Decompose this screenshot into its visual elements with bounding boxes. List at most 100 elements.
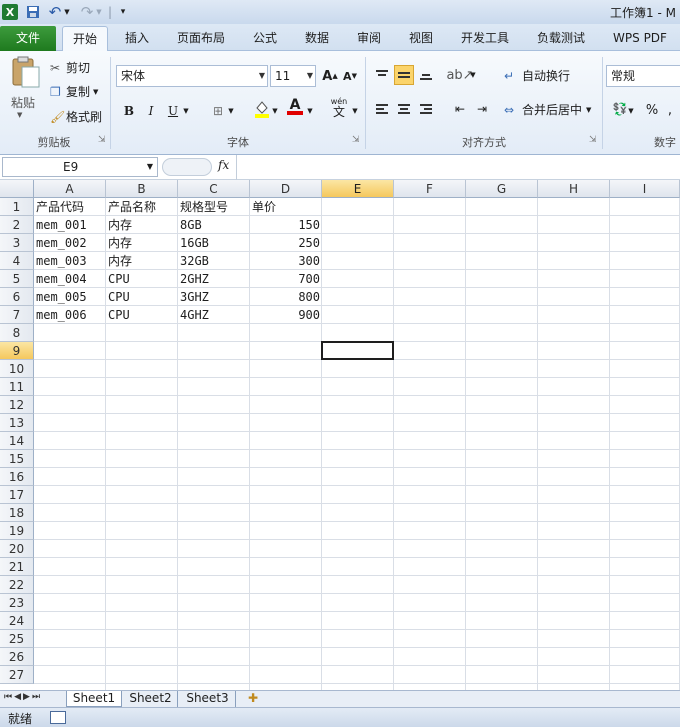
cell-C2[interactable]: 8GB	[178, 216, 250, 234]
format-painter-button[interactable]: 🖌 格式刷	[50, 108, 102, 125]
sheet-tab-sheet2[interactable]: Sheet2	[124, 691, 178, 707]
tab-formulas[interactable]: 公式	[246, 26, 284, 51]
copy-dropdown-icon[interactable]: ▼	[93, 88, 98, 96]
phonetic-dropdown-icon[interactable]: ▼	[350, 101, 360, 121]
tab-data[interactable]: 数据	[298, 26, 336, 51]
decrease-indent-icon[interactable]: ⇤	[450, 99, 470, 119]
formula-input[interactable]	[236, 155, 680, 180]
underline-button[interactable]: U	[163, 101, 183, 121]
sheet-nav-arrows-icon[interactable]: ⏮◀▶⏭	[4, 692, 42, 702]
cell-A7[interactable]: mem_006	[34, 306, 106, 324]
italic-button[interactable]: I	[141, 101, 161, 121]
row-header-6[interactable]: 6	[0, 288, 34, 306]
paste-dropdown-icon[interactable]: ▼	[17, 111, 22, 119]
align-middle-icon[interactable]	[394, 65, 414, 85]
column-header-e[interactable]: E	[322, 180, 394, 198]
row-header-4[interactable]: 4	[0, 252, 34, 270]
row-header-13[interactable]: 13	[0, 414, 34, 432]
row-header-11[interactable]: 11	[0, 378, 34, 396]
row-header-16[interactable]: 16	[0, 468, 34, 486]
wrap-text-button[interactable]: ↵ 自动换行	[504, 67, 570, 84]
comma-style-icon[interactable]: ,	[664, 100, 676, 120]
font-color-button[interactable]: A	[285, 97, 305, 117]
row-header-27[interactable]: 27	[0, 666, 34, 684]
row-header-1[interactable]: 1	[0, 198, 34, 216]
tab-wps-pdf[interactable]: WPS PDF	[606, 26, 674, 51]
phonetic-guide-button[interactable]: wén 文	[328, 97, 350, 118]
font-color-dropdown-icon[interactable]: ▼	[305, 101, 315, 121]
column-header-h[interactable]: H	[538, 180, 610, 198]
cell-A1[interactable]: 产品代码	[34, 198, 106, 216]
tab-view[interactable]: 视图	[402, 26, 440, 51]
cell-B3[interactable]: 内存	[106, 234, 178, 252]
redo-dropdown-icon[interactable]: ▼	[94, 3, 104, 21]
increase-font-icon[interactable]: A ▲	[320, 66, 340, 86]
row-header-9[interactable]: 9	[0, 342, 34, 360]
cell-D7[interactable]: 900	[250, 306, 322, 324]
insert-function-icon[interactable]: fx	[218, 158, 229, 172]
cell-A6[interactable]: mem_005	[34, 288, 106, 306]
underline-dropdown-icon[interactable]: ▼	[181, 101, 191, 121]
dialog-launcher-icon[interactable]: ⇲	[352, 135, 360, 145]
align-center-icon[interactable]	[394, 99, 414, 119]
row-header-14[interactable]: 14	[0, 432, 34, 450]
tab-insert[interactable]: 插入	[116, 26, 158, 51]
cell-B4[interactable]: 内存	[106, 252, 178, 270]
align-top-icon[interactable]	[372, 65, 392, 85]
fill-dropdown-icon[interactable]: ▼	[270, 101, 280, 121]
align-right-icon[interactable]	[416, 99, 436, 119]
fill-color-icon[interactable]	[252, 99, 272, 119]
cell-D4[interactable]: 300	[250, 252, 322, 270]
macro-record-icon[interactable]	[50, 711, 66, 724]
cell-D3[interactable]: 250	[250, 234, 322, 252]
column-header-b[interactable]: B	[106, 180, 178, 198]
row-header-5[interactable]: 5	[0, 270, 34, 288]
column-header-d[interactable]: D	[250, 180, 322, 198]
align-left-icon[interactable]	[372, 99, 392, 119]
paste-button[interactable]: 粘贴	[11, 94, 35, 111]
tab-page-layout[interactable]: 页面布局	[170, 26, 232, 51]
merge-center-button[interactable]: ⇔ 合并后居中 ▼	[504, 101, 591, 118]
column-header-i[interactable]: I	[610, 180, 680, 198]
row-header-26[interactable]: 26	[0, 648, 34, 666]
cell-C4[interactable]: 32GB	[178, 252, 250, 270]
percent-button[interactable]: %	[642, 100, 662, 120]
cell-B6[interactable]: CPU	[106, 288, 178, 306]
tab-file[interactable]: 文件	[0, 26, 56, 51]
bold-button[interactable]: B	[119, 101, 139, 121]
paste-icon[interactable]	[8, 55, 42, 89]
insert-sheet-icon[interactable]: ✚	[242, 691, 264, 707]
row-header-22[interactable]: 22	[0, 576, 34, 594]
column-header-f[interactable]: F	[394, 180, 466, 198]
cell-D2[interactable]: 150	[250, 216, 322, 234]
active-cell-selection[interactable]	[321, 341, 394, 360]
tab-load-test[interactable]: 负载测试	[530, 26, 592, 51]
sheet-tab-sheet3[interactable]: Sheet3	[180, 691, 236, 707]
border-dropdown-icon[interactable]: ▼	[226, 101, 236, 121]
accounting-dropdown-icon[interactable]: ▼	[626, 101, 636, 121]
cell-C1[interactable]: 规格型号	[178, 198, 250, 216]
cell-B2[interactable]: 内存	[106, 216, 178, 234]
row-header-8[interactable]: 8	[0, 324, 34, 342]
row-header-10[interactable]: 10	[0, 360, 34, 378]
row-header-2[interactable]: 2	[0, 216, 34, 234]
customize-toolbar-icon[interactable]: ▾	[114, 3, 132, 21]
font-size-combo[interactable]: 11 ▼	[270, 65, 316, 87]
formula-splitter[interactable]	[162, 158, 212, 176]
cell-C6[interactable]: 3GHZ	[178, 288, 250, 306]
cell-B5[interactable]: CPU	[106, 270, 178, 288]
undo-dropdown-icon[interactable]: ▼	[62, 3, 72, 21]
orientation-icon[interactable]: ab↗	[446, 65, 473, 85]
cell-D1[interactable]: 单价	[250, 198, 322, 216]
column-header-a[interactable]: A	[34, 180, 106, 198]
dialog-launcher-icon[interactable]: ⇲	[589, 135, 597, 145]
decrease-font-icon[interactable]: A ▼	[340, 66, 360, 86]
cell-B1[interactable]: 产品名称	[106, 198, 178, 216]
increase-indent-icon[interactable]: ⇥	[472, 99, 492, 119]
row-header-7[interactable]: 7	[0, 306, 34, 324]
cell-A4[interactable]: mem_003	[34, 252, 106, 270]
border-icon[interactable]: ⊞	[208, 101, 228, 121]
cell-C7[interactable]: 4GHZ	[178, 306, 250, 324]
merge-dropdown-icon[interactable]: ▼	[586, 106, 591, 114]
row-header-15[interactable]: 15	[0, 450, 34, 468]
